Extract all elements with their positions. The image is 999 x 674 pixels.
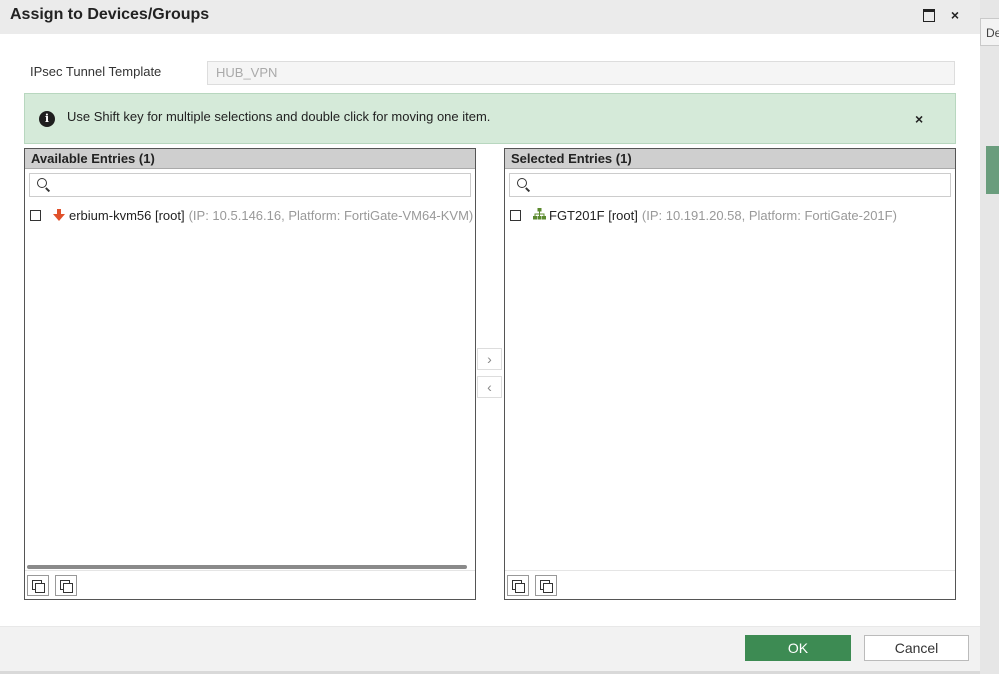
deselect-all-button[interactable] [55, 575, 77, 596]
move-right-button[interactable]: › [477, 348, 502, 370]
selected-search-input[interactable] [534, 176, 948, 196]
selected-footer [505, 570, 955, 600]
select-all-button[interactable] [27, 575, 49, 596]
available-search[interactable] [29, 173, 471, 197]
deselect-all-button[interactable] [535, 575, 557, 596]
entry-checkbox[interactable] [510, 209, 521, 221]
available-entries-header: Available Entries (1) [25, 149, 475, 169]
device-tree-icon [533, 208, 546, 222]
dialog-titlebar: Assign to Devices/Groups × [0, 0, 980, 34]
move-left-button[interactable]: ‹ [477, 376, 502, 398]
selected-entries-panel: Selected Entries (1) FGT201F [root] (IP:… [504, 148, 956, 600]
info-text: Use Shift key for multiple selections an… [67, 109, 491, 124]
close-icon[interactable]: × [948, 7, 962, 23]
info-close-icon[interactable]: × [915, 111, 923, 127]
cancel-button[interactable]: Cancel [864, 635, 969, 661]
entry-detail: (IP: 10.191.20.58, Platform: FortiGate-2… [641, 207, 897, 223]
info-icon: i [39, 111, 55, 127]
available-search-input[interactable] [54, 176, 468, 196]
background-tab[interactable]: De [980, 18, 999, 46]
search-icon [517, 178, 531, 192]
list-item[interactable]: FGT201F [root] (IP: 10.191.20.58, Platfo… [510, 205, 897, 225]
template-field: HUB_VPN [207, 61, 955, 85]
available-entries-panel: Available Entries (1) erbium-kvm56 [root… [24, 148, 476, 600]
dialog-title: Assign to Devices/Groups [10, 6, 210, 23]
template-label: IPsec Tunnel Template [30, 64, 162, 79]
entry-detail: (IP: 10.5.146.16, Platform: FortiGate-VM… [188, 207, 474, 223]
background-app [980, 0, 999, 674]
selected-search[interactable] [509, 173, 951, 197]
background-panel [986, 146, 999, 194]
select-all-button[interactable] [507, 575, 529, 596]
info-banner: i Use Shift key for multiple selections … [24, 93, 956, 144]
selected-entries-header: Selected Entries (1) [505, 149, 955, 169]
maximize-icon[interactable] [922, 8, 936, 22]
entry-name: FGT201F [root] [549, 207, 638, 223]
available-footer [25, 570, 475, 600]
entry-checkbox[interactable] [30, 209, 41, 221]
list-item[interactable]: erbium-kvm56 [root] (IP: 10.5.146.16, Pl… [30, 205, 476, 225]
entry-name: erbium-kvm56 [root] [69, 207, 185, 223]
assign-dialog: Assign to Devices/Groups × IPsec Tunnel … [0, 0, 980, 671]
horizontal-scrollbar[interactable] [27, 565, 467, 569]
ok-button[interactable]: OK [745, 635, 851, 661]
search-icon [37, 178, 51, 192]
arrow-down-icon [53, 208, 65, 222]
